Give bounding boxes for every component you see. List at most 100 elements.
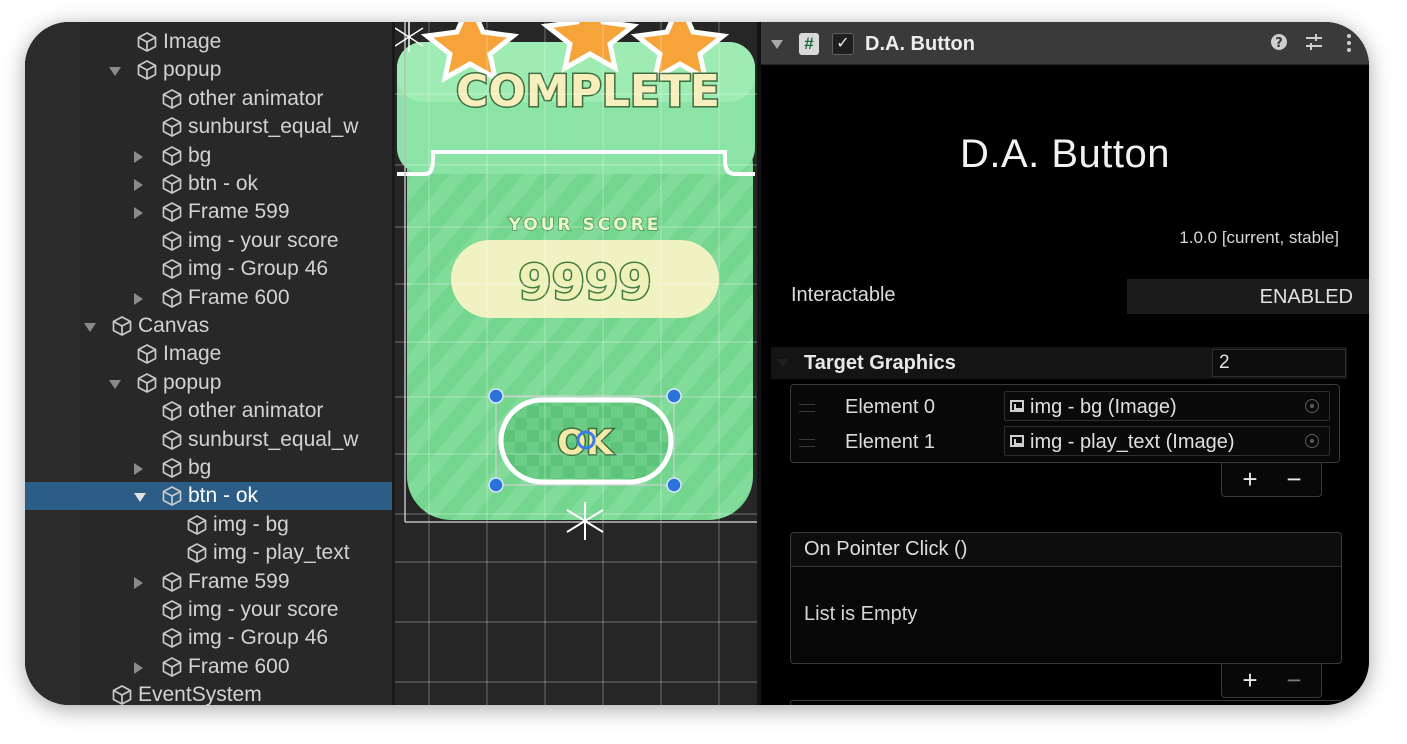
inspector-panel: # ✓ D.A. Button ? D.A. Button 1.0.0 [cur…	[761, 22, 1369, 705]
cube-icon	[136, 31, 158, 53]
foldout-closed-icon[interactable]	[134, 661, 143, 674]
hierarchy-item-label: Frame 600	[188, 654, 290, 678]
cube-icon	[161, 571, 183, 593]
foldout-closed-icon[interactable]	[134, 292, 143, 305]
hierarchy-item-label: Frame 600	[188, 285, 290, 309]
help-icon[interactable]: ?	[1267, 32, 1291, 56]
foldout-closed-icon[interactable]	[134, 150, 143, 163]
foldout-open-icon[interactable]	[84, 323, 96, 332]
cube-icon	[161, 88, 183, 110]
hierarchy-item[interactable]: popup	[25, 369, 392, 397]
cube-icon	[161, 116, 183, 138]
hierarchy-item[interactable]: img - your score	[25, 596, 392, 624]
hierarchy-panel: Image popup other animator sunburst_equal_w…	[25, 22, 392, 705]
component-foldout-icon[interactable]	[771, 40, 783, 49]
hierarchy-item[interactable]: Frame 599	[25, 198, 392, 226]
hierarchy-item-label: img - Group 46	[188, 626, 329, 650]
hierarchy-item-label: sunburst_equal_w	[188, 115, 359, 139]
interactable-toggle[interactable]: ENABLED	[1127, 279, 1369, 314]
foldout-open-icon[interactable]	[109, 67, 121, 77]
hierarchy-item[interactable]: other animator	[25, 85, 392, 113]
remove-element-button[interactable]: −	[1274, 463, 1314, 497]
foldout-open-icon[interactable]	[134, 493, 146, 503]
drag-handle-icon[interactable]	[799, 439, 815, 447]
hierarchy-item[interactable]: other animator	[25, 397, 392, 425]
event-add-remove: + −	[1221, 664, 1322, 698]
scene-canvas[interactable]: COMPLETE YOUR SCORE 9999 OK	[395, 22, 757, 705]
cube-icon	[161, 485, 183, 507]
cube-icon	[161, 201, 183, 223]
hierarchy-item-label: Frame 599	[188, 200, 290, 224]
popup-title: COMPLETE	[456, 66, 720, 117]
target-graphics-size-field[interactable]: 2	[1212, 349, 1346, 377]
image-icon	[1010, 400, 1024, 412]
component-enabled-checkbox[interactable]: ✓	[832, 33, 854, 55]
event-title: On Pointer Click ()	[804, 538, 968, 560]
ok-button-text: OK	[557, 423, 614, 463]
remove-listener-button[interactable]: −	[1274, 664, 1314, 698]
hierarchy-item[interactable]: bg	[25, 454, 392, 482]
hierarchy-item[interactable]: Frame 600	[25, 284, 392, 312]
cube-icon	[186, 514, 208, 536]
cube-icon	[186, 542, 208, 564]
hierarchy-item-label: other animator	[188, 399, 324, 423]
hierarchy-item[interactable]: btn - ok	[25, 170, 392, 198]
target-graphics-list: Element 0 img - bg (Image) Element 1 img…	[790, 384, 1340, 463]
object-picker-icon[interactable]	[1305, 399, 1319, 413]
add-listener-button[interactable]: +	[1230, 664, 1270, 698]
target-graphics-header[interactable]: Target Graphics 2	[771, 347, 1347, 379]
foldout-closed-icon[interactable]	[134, 463, 143, 475]
foldout-closed-icon[interactable]	[134, 576, 143, 589]
hierarchy-item[interactable]: Image	[25, 28, 392, 56]
cube-icon	[161, 457, 183, 479]
element-0-value: img - bg (Image)	[1030, 396, 1177, 418]
hierarchy-item[interactable]: Canvas	[25, 312, 392, 340]
foldout-closed-icon[interactable]	[134, 179, 143, 191]
presets-icon[interactable]	[1302, 32, 1326, 56]
hierarchy-item[interactable]: img - bg	[25, 511, 392, 539]
hierarchy-item[interactable]: img - play_text	[25, 539, 392, 567]
target-graphics-foldout-icon[interactable]	[777, 359, 789, 367]
hierarchy-item[interactable]: sunburst_equal_w	[25, 113, 392, 141]
hierarchy-item[interactable]: Frame 600	[25, 653, 392, 681]
cube-icon	[161, 258, 183, 280]
scene-view[interactable]: COMPLETE YOUR SCORE 9999 OK	[395, 22, 757, 705]
hierarchy-item[interactable]: img - Group 46	[25, 255, 392, 283]
list-add-remove: + −	[1221, 463, 1322, 497]
hierarchy-item[interactable]: btn - ok	[25, 482, 392, 511]
hierarchy-item[interactable]: bg	[25, 142, 392, 170]
hierarchy-item[interactable]: popup	[25, 56, 392, 84]
hierarchy-item[interactable]: img - your score	[25, 227, 392, 255]
cube-icon	[161, 656, 183, 678]
foldout-closed-icon[interactable]	[134, 207, 143, 220]
hierarchy-item[interactable]: sunburst_equal_w	[25, 426, 392, 454]
cube-icon	[136, 372, 158, 394]
hierarchy-item-label: popup	[163, 58, 222, 82]
hierarchy-item-label: img - Group 46	[188, 257, 329, 281]
element-1-object-field[interactable]: img - play_text (Image)	[1004, 426, 1330, 456]
add-element-button[interactable]: +	[1230, 463, 1270, 497]
hierarchy-item[interactable]: Image	[25, 340, 392, 368]
version-label: 1.0.0 [current, stable]	[1179, 228, 1339, 247]
cube-icon	[161, 173, 183, 195]
hierarchy-item-label: Image	[163, 30, 222, 53]
hierarchy-item-label: img - your score	[188, 228, 339, 252]
hierarchy-item-label: popup	[163, 370, 222, 394]
kebab-menu-icon[interactable]	[1337, 32, 1361, 56]
cube-icon	[111, 315, 133, 337]
cube-icon	[136, 59, 158, 81]
component-header[interactable]: # ✓ D.A. Button ?	[761, 22, 1369, 65]
hierarchy-item[interactable]: img - Group 46	[25, 624, 392, 652]
foldout-open-icon[interactable]	[109, 379, 121, 389]
hierarchy-item-label: bg	[188, 456, 212, 479]
cube-icon	[161, 287, 183, 309]
drag-handle-icon[interactable]	[799, 404, 815, 412]
editor-window: Image popup other animator sunburst_equal_w…	[25, 22, 1369, 705]
next-component-edge	[790, 700, 1342, 705]
hierarchy-item-label: Image	[163, 342, 222, 366]
element-0-object-field[interactable]: img - bg (Image)	[1004, 391, 1330, 421]
hierarchy-item[interactable]: Frame 599	[25, 568, 392, 596]
score-label: YOUR SCORE	[508, 215, 662, 235]
hierarchy-item[interactable]: EventSystem	[25, 681, 392, 705]
object-picker-icon[interactable]	[1305, 434, 1319, 448]
